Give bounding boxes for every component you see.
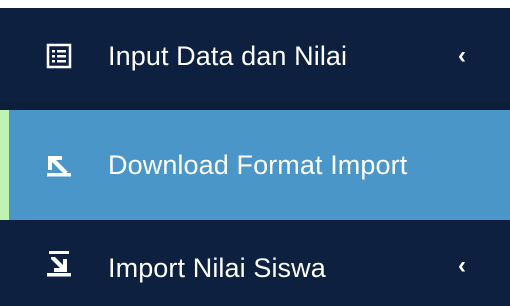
chevron-left-icon[interactable]: ‹ [458, 42, 466, 70]
sidebar-item-label: Input Data dan Nilai [108, 41, 348, 71]
sidebar-item-label: Download Format Import [108, 150, 408, 180]
sidebar-item-import-nilai-siswa[interactable]: Import Nilai Siswa ‹ [0, 220, 510, 306]
list-document-icon [44, 41, 74, 71]
active-indicator [0, 110, 9, 220]
sidebar-menu: Input Data dan Nilai ‹ Download Format I… [0, 8, 510, 306]
chevron-left-icon[interactable]: ‹ [458, 252, 466, 280]
import-icon [44, 248, 74, 278]
top-strip [0, 0, 510, 8]
sidebar-item-label: Import Nilai Siswa [108, 253, 326, 283]
sidebar-item-input-data-dan-nilai[interactable]: Input Data dan Nilai ‹ [0, 8, 510, 102]
download-icon [44, 148, 74, 178]
sidebar-item-download-format-import[interactable]: Download Format Import [0, 110, 510, 220]
